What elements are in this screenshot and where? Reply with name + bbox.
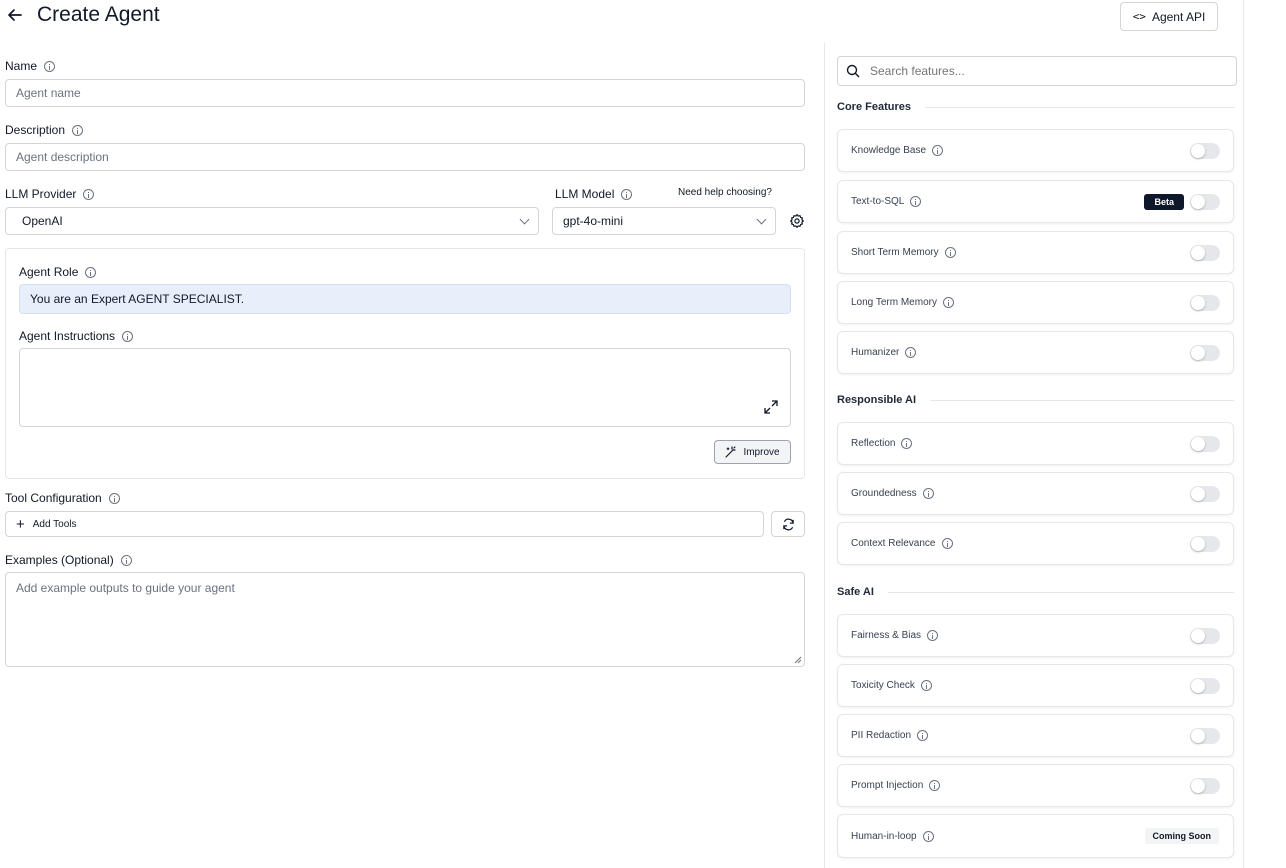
examples-textarea[interactable]: Add example outputs to guide your agent [5, 572, 805, 667]
agent-role-label: Agent Role [19, 265, 97, 279]
info-icon[interactable] [942, 297, 954, 308]
llm-model-value: gpt-4o-mini [563, 214, 624, 228]
section-responsible-ai: Responsible AI [837, 394, 1234, 406]
description-placeholder: Agent description [16, 150, 109, 164]
feature-card-pii-redaction: PII Redaction [837, 714, 1234, 757]
magic-wand-icon [725, 446, 737, 458]
info-icon[interactable] [922, 830, 934, 842]
info-icon[interactable] [917, 730, 929, 741]
feature-toggle[interactable] [1190, 628, 1220, 644]
gear-icon [790, 214, 804, 228]
feature-card-reflection: Reflection [837, 422, 1234, 465]
code-icon: <> [1132, 10, 1146, 23]
feature-toggle[interactable] [1190, 345, 1220, 361]
expand-icon [764, 400, 778, 414]
feature-card-context-relevance: Context Relevance [837, 522, 1234, 565]
description-input[interactable]: Agent description [5, 143, 805, 171]
feature-toggle[interactable] [1190, 245, 1220, 261]
info-icon[interactable] [941, 538, 953, 549]
chevron-down-icon [756, 214, 767, 224]
arrow-left-icon [8, 9, 22, 21]
feature-card-toxicity-check: Toxicity Check [837, 664, 1234, 707]
feature-search-input[interactable] [870, 64, 1200, 78]
feature-toggle[interactable] [1190, 536, 1220, 552]
agent-role-input[interactable]: You are an Expert AGENT SPECIALIST. [19, 284, 791, 314]
llm-provider-label: LLM Provider [5, 187, 95, 201]
feature-card-text-to-sql: Text-to-SQL Beta [837, 180, 1234, 223]
info-icon[interactable] [72, 124, 84, 136]
add-tools-button[interactable]: + Add Tools [5, 511, 764, 537]
description-label: Description [5, 123, 84, 137]
name-label: Name [5, 59, 56, 73]
improve-button[interactable]: Improve [714, 440, 791, 464]
llm-model-label: LLM Model [555, 187, 633, 201]
info-icon[interactable] [44, 60, 56, 72]
resize-handle-icon[interactable] [794, 656, 802, 664]
info-icon[interactable] [922, 488, 934, 499]
feature-toggle[interactable] [1190, 728, 1220, 744]
agent-role-value: You are an Expert AGENT SPECIALIST. [30, 292, 245, 306]
info-icon[interactable] [621, 188, 633, 200]
refresh-tools-button[interactable] [771, 511, 805, 537]
agent-instructions-label: Agent Instructions [19, 329, 134, 343]
llm-provider-value: OpenAI [22, 214, 63, 228]
info-icon[interactable] [920, 680, 932, 691]
examples-label: Examples (Optional) [5, 553, 132, 567]
agent-instructions-textarea[interactable] [19, 348, 791, 427]
refresh-icon [782, 518, 794, 530]
info-icon[interactable] [901, 438, 913, 449]
panel-divider [824, 43, 825, 868]
feature-card-long-term-memory: Long Term Memory [837, 281, 1234, 324]
agent-api-label: Agent API [1151, 9, 1206, 24]
feature-search[interactable] [837, 56, 1237, 86]
info-icon[interactable] [905, 347, 917, 358]
name-input[interactable]: Agent name [5, 79, 805, 107]
improve-label: Improve [743, 446, 780, 458]
name-placeholder: Agent name [16, 86, 81, 100]
back-button[interactable] [6, 6, 24, 24]
feature-toggle[interactable] [1190, 295, 1220, 311]
examples-placeholder: Add example outputs to guide your agent [16, 581, 235, 595]
plus-icon: + [16, 515, 25, 533]
info-icon[interactable] [932, 145, 944, 156]
add-tools-label: Add Tools [32, 518, 77, 530]
beta-badge: Beta [1144, 194, 1184, 210]
page-title: Create Agent [37, 3, 160, 26]
feature-card-human-in-loop: Human-in-loop Coming Soon [837, 814, 1234, 858]
info-icon[interactable] [83, 188, 95, 200]
tool-config-label: Tool Configuration [5, 491, 120, 505]
search-icon [846, 64, 860, 78]
agent-api-button[interactable]: <> Agent API [1120, 2, 1218, 31]
feature-card-prompt-injection: Prompt Injection [837, 764, 1234, 807]
model-settings-button[interactable] [789, 213, 805, 229]
feature-card-knowledge-base: Knowledge Base [837, 129, 1234, 172]
section-core-features: Core Features [837, 101, 1234, 113]
info-icon[interactable] [120, 554, 132, 566]
feature-toggle[interactable] [1190, 143, 1220, 159]
info-icon[interactable] [927, 630, 939, 641]
edge-divider [1243, 0, 1244, 868]
need-help-link[interactable]: Need help choosing? [678, 187, 772, 198]
feature-card-groundedness: Groundedness [837, 472, 1234, 515]
feature-toggle[interactable] [1190, 436, 1220, 452]
chevron-down-icon [519, 214, 530, 224]
info-icon[interactable] [929, 780, 941, 791]
info-icon[interactable] [122, 330, 134, 342]
coming-soon-badge: Coming Soon [1144, 828, 1219, 844]
info-icon[interactable] [108, 492, 120, 504]
section-safe-ai: Safe AI [837, 586, 1234, 598]
feature-toggle[interactable] [1190, 194, 1220, 210]
llm-provider-select[interactable]: OpenAI [5, 207, 539, 235]
feature-card-fairness-bias: Fairness & Bias [837, 614, 1234, 657]
feature-card-humanizer: Humanizer [837, 331, 1234, 374]
feature-toggle[interactable] [1190, 678, 1220, 694]
feature-toggle[interactable] [1190, 778, 1220, 794]
llm-model-select[interactable]: gpt-4o-mini [552, 207, 776, 235]
feature-toggle[interactable] [1190, 486, 1220, 502]
feature-card-short-term-memory: Short Term Memory [837, 231, 1234, 274]
info-icon[interactable] [910, 196, 922, 207]
info-icon[interactable] [85, 266, 97, 278]
info-icon[interactable] [944, 247, 956, 258]
expand-button[interactable] [764, 400, 778, 414]
